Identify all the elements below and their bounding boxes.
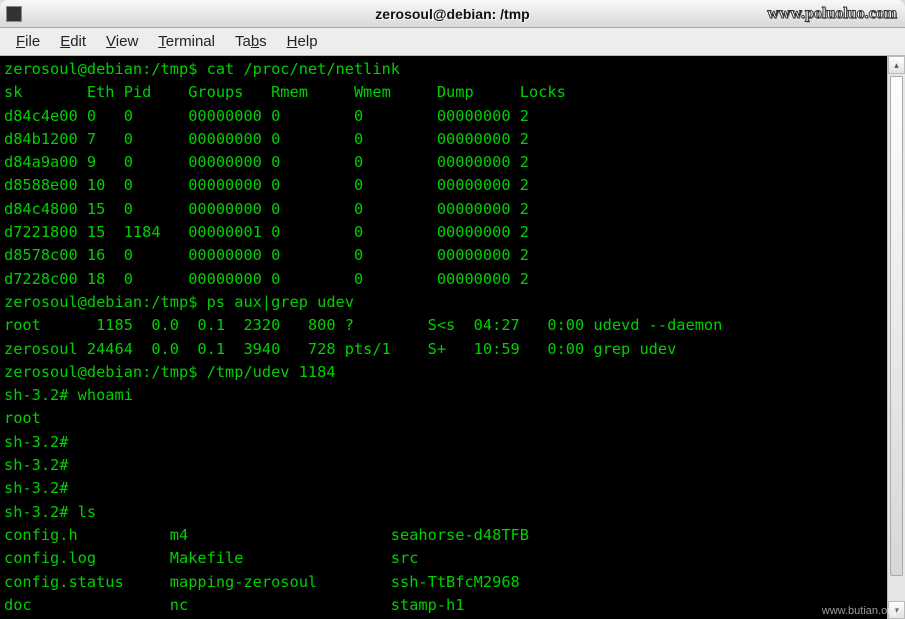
- menu-help[interactable]: Help: [277, 30, 328, 53]
- scroll-thumb[interactable]: [890, 76, 903, 576]
- watermark-top: www.poluoluo.com: [767, 5, 897, 23]
- terminal-pane: zerosoul@debian:/tmp$ cat /proc/net/netl…: [0, 56, 905, 619]
- menu-view[interactable]: View: [96, 30, 148, 53]
- window-titlebar: zerosoul@debian: /tmp www.poluoluo.com: [0, 0, 905, 28]
- menu-edit[interactable]: Edit: [50, 30, 96, 53]
- menu-file[interactable]: File: [6, 30, 50, 53]
- menu-terminal[interactable]: Terminal: [148, 30, 225, 53]
- vertical-scrollbar[interactable]: ▴ ▾: [887, 56, 905, 619]
- menubar: FileEditViewTerminalTabsHelp: [0, 28, 905, 56]
- scroll-up-arrow-icon[interactable]: ▴: [888, 56, 905, 74]
- terminal-app-icon: [6, 6, 22, 22]
- terminal-output[interactable]: zerosoul@debian:/tmp$ cat /proc/net/netl…: [0, 56, 887, 619]
- menu-tabs[interactable]: Tabs: [225, 30, 277, 53]
- scroll-down-arrow-icon[interactable]: ▾: [888, 601, 905, 619]
